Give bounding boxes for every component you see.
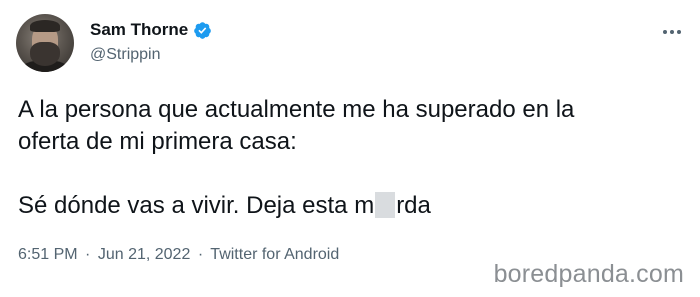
tweet-time[interactable]: 6:51 PM (18, 246, 78, 263)
meta-separator: · (197, 246, 204, 263)
tweet-source[interactable]: Twitter for Android (210, 246, 339, 263)
watermark: boredpanda.com (493, 260, 684, 288)
author-name[interactable]: Sam Thorne (90, 20, 188, 40)
author-name-row[interactable]: Sam Thorne (90, 20, 212, 40)
more-options-icon[interactable] (660, 22, 684, 42)
meta-separator: · (85, 246, 91, 263)
tweet-line-3-end: rda (396, 192, 431, 219)
more-dot (663, 30, 667, 34)
author-handle[interactable]: @Strippin (90, 46, 161, 64)
more-dot (677, 30, 681, 34)
tweet-card: Sam Thorne @Strippin A la persona que ac… (0, 0, 700, 297)
tweet-line-3-start: Sé dónde vas a vivir. Deja esta m (18, 192, 375, 219)
tweet-line-2: oferta de mi primera casa: (18, 128, 297, 155)
tweet-line-1: A la persona que actualmente me ha super… (18, 96, 575, 123)
more-dot (670, 30, 674, 34)
tweet-meta: 6:51 PM · Jun 21, 2022 · Twitter for And… (18, 246, 339, 264)
censor-block (375, 192, 396, 218)
tweet-text: A la persona que actualmente me ha super… (18, 94, 658, 222)
avatar-hair (30, 20, 60, 32)
tweet-line-3: Sé dónde vas a vivir. Deja esta m rda (18, 190, 658, 222)
verified-badge-icon (194, 21, 212, 39)
avatar[interactable] (16, 14, 74, 72)
avatar-beard (30, 42, 60, 66)
tweet-date[interactable]: Jun 21, 2022 (98, 246, 191, 263)
